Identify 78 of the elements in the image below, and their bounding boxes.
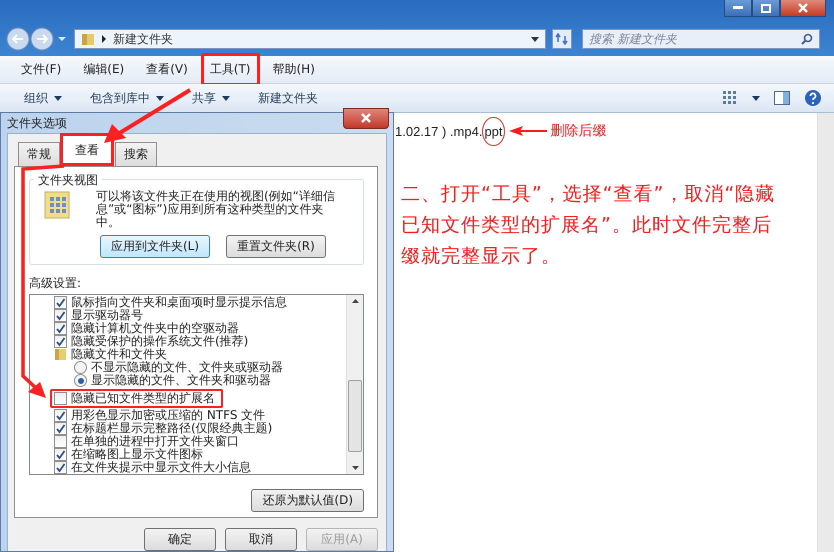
radio-button[interactable] [74,374,87,387]
setting-item[interactable]: 隐藏计算机文件夹中的空驱动器 [54,322,346,335]
setting-item[interactable]: 隐藏受保护的操作系统文件(推荐) [54,335,346,348]
menu-item[interactable]: 文件(F) [12,55,70,84]
checkbox[interactable] [54,322,67,335]
description-text: 可以将该文件夹正在使用的视图(例如“详细信息”或“图标”)应用到所有这种类型的文件夹中。 [96,190,336,229]
section-label: 高级设置: [29,275,82,292]
scrollbar[interactable] [817,113,834,552]
caret-icon[interactable] [752,96,760,100]
refresh-button[interactable] [552,29,572,49]
close-button[interactable] [780,0,826,17]
close-icon [798,3,808,13]
menu-item[interactable]: 查看(V) [137,55,197,84]
minimize-button[interactable] [724,0,752,17]
tab[interactable]: 搜索 [115,142,157,166]
caret-icon [222,96,230,100]
group-title: 文件夹视图 [34,172,102,189]
restore-defaults-button[interactable]: 还原为默认值(D) [251,489,364,512]
dialog-button[interactable]: 确定 [144,528,216,551]
checkbox[interactable] [54,422,67,435]
toolbar-button[interactable]: 新建文件夹 [254,88,322,108]
checkbox[interactable] [54,309,67,322]
tab[interactable]: 查看 [60,133,114,166]
checkbox[interactable] [54,296,67,309]
setting-item[interactable]: 在缩略图上显示文件图标 [54,448,346,461]
menu-item[interactable]: 编辑(E) [74,55,134,84]
caret-icon [156,96,164,100]
checkbox[interactable] [54,435,67,448]
dialog-button[interactable]: 应用到文件夹(L) [100,235,210,258]
view-options-icon[interactable] [722,91,738,105]
caret-icon [531,36,539,42]
folder-icon [54,348,67,361]
toolbar-button[interactable]: 组织 [20,88,66,108]
file-extension: ppt [482,116,505,146]
setting-item[interactable]: 显示隐藏的文件、文件夹和驱动器 [54,374,346,387]
arrow-icon [508,126,547,136]
radio-button[interactable] [74,361,87,374]
dialog-title: 文件夹选项 [7,114,67,132]
scroll-down-icon[interactable] [352,466,358,470]
checkbox[interactable] [54,461,67,474]
setting-item[interactable]: 隐藏已知文件类型的扩展名 [50,389,223,408]
setting-item[interactable]: 不显示隐藏的文件、文件夹或驱动器 [54,361,346,374]
checkbox[interactable] [54,392,67,405]
folder-view-icon [44,190,72,220]
close-icon [360,113,372,123]
setting-group: 隐藏文件和文件夹 [54,348,346,361]
setting-item[interactable]: 用彩色显示加密或压缩的 NTFS 文件 [54,409,346,422]
folder-icon [81,32,95,46]
checkbox[interactable] [54,409,67,422]
minimize-icon [733,6,743,10]
maximize-icon [761,4,771,12]
address-bar[interactable]: 新建文件夹 [74,29,546,49]
preview-pane-icon[interactable] [774,91,790,105]
tab[interactable]: 常规 [18,142,60,166]
checkbox[interactable] [54,448,67,461]
dialog-button[interactable]: 重置文件夹(R) [226,235,326,258]
maximize-button[interactable] [752,0,780,17]
toolbar-button[interactable]: 共享 [188,88,234,108]
setting-item[interactable]: 在文件夹提示中显示文件大小信息 [54,461,346,474]
toolbar-button[interactable]: 包含到库中 [86,88,168,108]
scroll-up-icon[interactable] [352,299,358,303]
dialog-button[interactable]: 取消 [225,528,297,551]
help-icon[interactable] [804,89,822,107]
search-icon [801,33,813,45]
close-button[interactable] [343,108,389,128]
annotation-label: 删除后缀 [550,122,607,140]
setting-item[interactable]: 显示驱动器号 [54,309,346,322]
chevron-icon [101,35,107,43]
instruction-text: 二、打开“工具”，选择“查看”，取消“隐藏已知文件类型的扩展名”。此时文件完整后缀就完整显示了。 [401,182,776,269]
caret-icon [54,96,62,100]
checkbox[interactable] [54,335,67,348]
scrollbar[interactable] [346,295,363,474]
menu-item[interactable]: 帮助(H) [264,55,324,84]
setting-item[interactable]: 在单独的进程中打开文件夹窗口 [54,435,346,448]
setting-item[interactable]: 在标题栏显示完整路径(仅限经典主题) [54,422,346,435]
back-forward-icon[interactable] [6,26,68,52]
setting-item[interactable]: 鼠标指向文件夹和桌面项时显示提示信息 [54,296,346,309]
file-name: 1.02.17 ) .mp4. [395,124,482,138]
